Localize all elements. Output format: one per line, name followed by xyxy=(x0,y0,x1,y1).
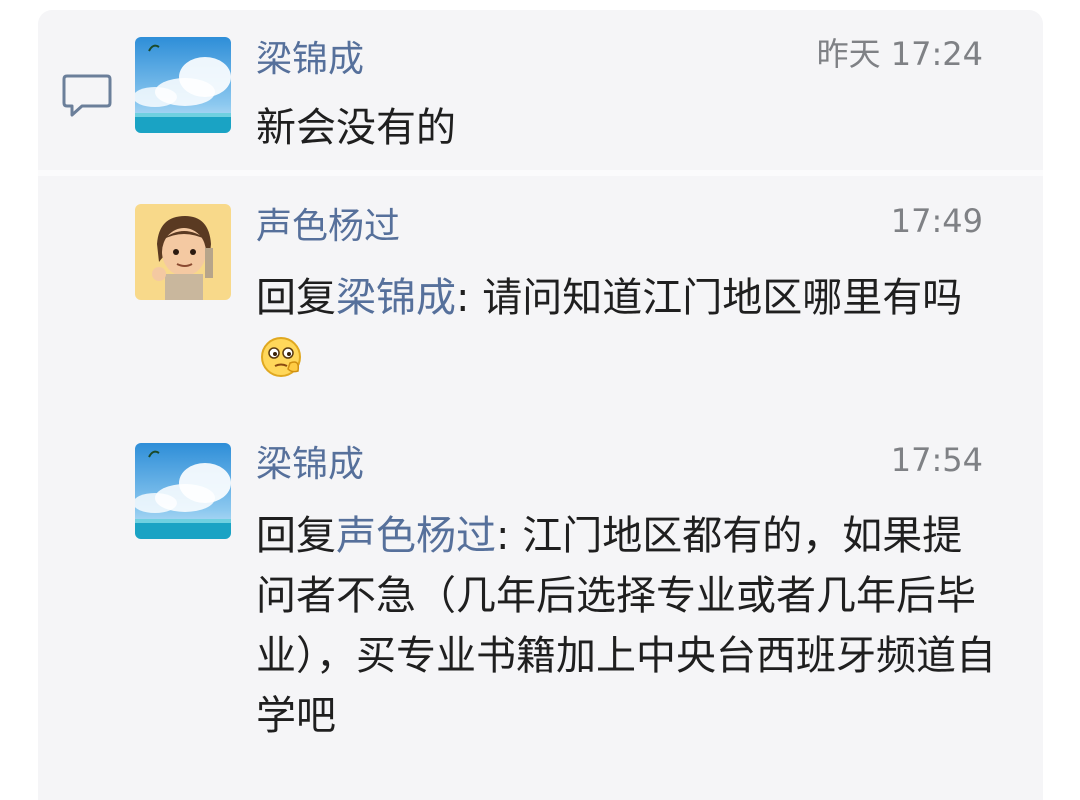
comment-time: 昨天 17:24 xyxy=(816,35,983,73)
thinking-face-emoji-icon xyxy=(261,337,301,377)
reply-separator: : xyxy=(496,513,523,559)
comment-text[interactable]: 回复梁锦成: 请问知道江门地区哪里有吗 xyxy=(256,268,1001,388)
comment-text[interactable]: 回复声色杨过: 江门地区都有的，如果提问者不急（几年后选择专业或者几年后毕业），… xyxy=(256,506,1001,746)
comment-icon[interactable] xyxy=(62,72,112,118)
comment-body: 请问知道江门地区哪里有吗 xyxy=(482,275,963,321)
reply-separator: : xyxy=(456,275,483,321)
reply-prefix: 回复 xyxy=(256,275,336,321)
beach-avatar-image xyxy=(135,37,231,133)
comment-text[interactable]: 新会没有的 xyxy=(256,98,1001,158)
comment-author[interactable]: 声色杨过 xyxy=(256,205,400,249)
reply-target-name[interactable]: 梁锦成 xyxy=(336,275,456,321)
avatar[interactable] xyxy=(135,204,231,300)
avatar[interactable] xyxy=(135,443,231,539)
comment-author[interactable]: 梁锦成 xyxy=(256,443,364,487)
reply-prefix: 回复 xyxy=(256,513,336,559)
comment-time: 17:54 xyxy=(890,441,983,479)
comment-time: 17:49 xyxy=(890,202,983,240)
beach-avatar-image xyxy=(135,443,231,539)
comment-divider xyxy=(38,170,1043,176)
reply-target-name[interactable]: 声色杨过 xyxy=(336,513,496,559)
comment-author[interactable]: 梁锦成 xyxy=(256,38,364,82)
avatar[interactable] xyxy=(135,37,231,133)
cartoon-avatar-image xyxy=(135,204,231,300)
comment-body: 新会没有的 xyxy=(256,105,456,151)
